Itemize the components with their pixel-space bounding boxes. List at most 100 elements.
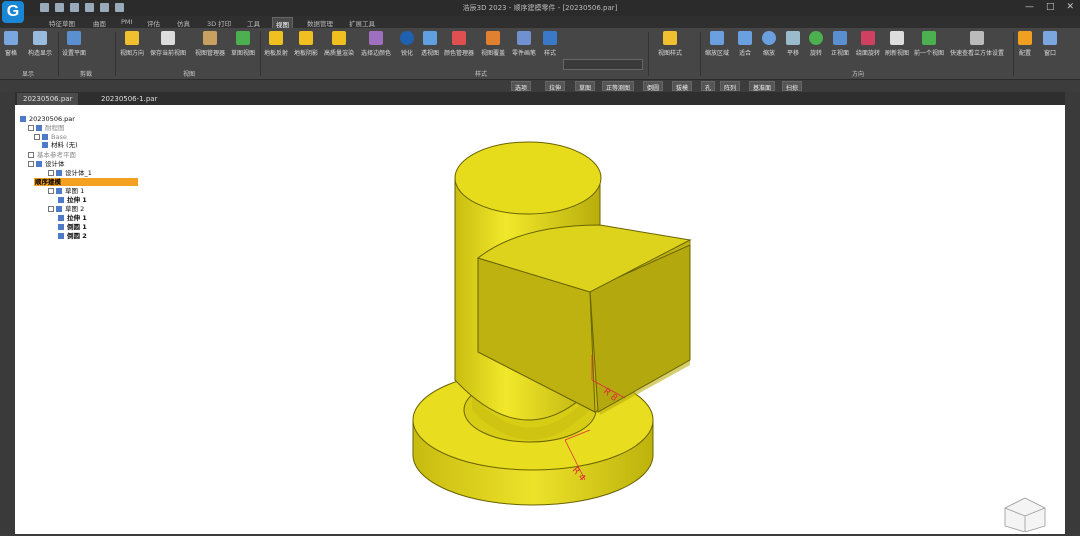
round-icon — [58, 233, 64, 239]
checkbox-icon[interactable] — [28, 125, 34, 131]
group-view: 视图 — [183, 71, 196, 78]
tab-simulation[interactable]: 仿真 — [174, 17, 193, 28]
node-icon — [42, 134, 48, 140]
checkbox-icon[interactable] — [48, 206, 54, 212]
body-icon — [36, 161, 42, 167]
model-canvas[interactable]: R 8 R 4 — [15, 105, 1065, 534]
tree-item-0[interactable]: 耐程图 — [28, 124, 66, 132]
doc-tab-20230506[interactable]: 20230506.par — [17, 93, 79, 105]
zoom-button[interactable]: 缩放 — [762, 31, 776, 57]
close-icon[interactable]: ✕ — [1066, 2, 1074, 12]
tab-3d-print[interactable]: 3D 打印 — [204, 17, 234, 28]
perspective-button[interactable]: 透视图 — [421, 31, 439, 57]
sharpen-button[interactable]: 锐化 — [400, 31, 414, 57]
checkbox-icon[interactable] — [34, 134, 40, 140]
doc-tab-20230506-1[interactable]: 20230506-1.par — [95, 93, 163, 105]
material-icon — [42, 142, 48, 148]
zoom-area-icon — [710, 31, 724, 45]
view-cube-icon[interactable] — [1003, 496, 1047, 532]
tree-item-11[interactable]: 倒圆 1 — [58, 223, 88, 231]
edge-color-icon — [369, 31, 383, 45]
tree-item-8[interactable]: 拉伸 1 — [58, 196, 88, 204]
fit-button[interactable]: 适合 — [738, 31, 752, 57]
cmd-extrude[interactable]: 拉伸 — [545, 81, 566, 92]
normal-view-button[interactable]: 正视面 — [831, 31, 849, 57]
color-manager-button[interactable]: 颜色管理器 — [444, 31, 474, 57]
cmd-round[interactable]: 倒圆 — [643, 81, 664, 92]
zoom-area-button[interactable]: 缩放区域 — [705, 31, 729, 57]
plane-icon — [67, 31, 81, 45]
cube-settings-button[interactable]: 快速查看立方体设置 — [950, 31, 1004, 57]
perspective-icon — [423, 31, 437, 45]
view-overlay-button[interactable]: 视图覆盖 — [481, 31, 505, 57]
pan-icon — [786, 31, 800, 45]
cmd-iso-view[interactable]: 正等测图 — [602, 81, 635, 92]
hq-render-button[interactable]: 高质量渲染 — [324, 31, 354, 57]
tree-item-9[interactable]: 草图 2 — [48, 205, 85, 213]
tab-feature-sketch[interactable]: 特征草图 — [46, 17, 78, 28]
config-button[interactable]: 配置 — [1018, 31, 1032, 57]
tab-extend-tools[interactable]: 扩展工具 — [346, 17, 378, 28]
part-painter-button[interactable]: 零件画笔 — [512, 31, 536, 57]
save-view-button[interactable]: 保存当前视图 — [150, 31, 186, 57]
style-dropdown[interactable] — [563, 59, 643, 70]
tree-item-1[interactable]: Base — [34, 133, 68, 141]
tree-item-3[interactable]: 基本参考平面 — [28, 151, 77, 159]
body-icon — [56, 170, 62, 176]
tab-tools[interactable]: 工具 — [244, 17, 263, 28]
sketch-view-button[interactable]: 草图视图 — [231, 31, 255, 57]
cmd-pattern[interactable]: 阵列 — [720, 81, 741, 92]
checkbox-icon[interactable] — [48, 170, 54, 176]
pan-button[interactable]: 平移 — [786, 31, 800, 57]
construction-display-button[interactable]: 构造显示 — [28, 31, 52, 57]
cmd-hole[interactable]: 孔 — [701, 81, 716, 92]
cmd-sweep[interactable]: 扫掠 — [782, 81, 803, 92]
tab-pmi[interactable]: PMI — [118, 17, 135, 28]
checkbox-icon[interactable] — [28, 152, 34, 158]
maximize-icon[interactable]: □ — [1046, 2, 1055, 12]
edge-color-button[interactable]: 选择边颜色 — [361, 31, 391, 57]
tree-item-2[interactable]: 材料 (无) — [42, 141, 79, 149]
tree-item-6[interactable]: 顺序建模 — [34, 178, 138, 186]
config-icon — [1018, 31, 1032, 45]
normal-view-icon — [833, 31, 847, 45]
ribbon-tabs: 特征草图 曲面 PMI 评估 仿真 3D 打印 工具 视图 数据管理 扩展工具 — [0, 16, 1080, 29]
floor-reflection-button[interactable]: 地板反射 — [264, 31, 288, 57]
view-manager-button[interactable]: 视图管理器 — [195, 31, 225, 57]
style-button[interactable]: 样式 — [543, 31, 557, 57]
tab-evaluate[interactable]: 评估 — [144, 17, 163, 28]
refresh-view-button[interactable]: 刷新视图 — [885, 31, 909, 57]
checkbox-icon[interactable] — [28, 161, 34, 167]
group-orient: 方向 — [852, 71, 865, 78]
tree-item-12[interactable]: 倒圆 2 — [58, 232, 88, 240]
tab-surface[interactable]: 曲面 — [90, 17, 109, 28]
tab-view[interactable]: 视图 — [272, 17, 293, 29]
rotate-button[interactable]: 旋转 — [809, 31, 823, 57]
window-button[interactable]: 窗口 — [1043, 31, 1057, 57]
cmd-sketch[interactable]: 草图 — [575, 81, 596, 92]
cmd-datum-plane[interactable]: 基准面 — [749, 81, 776, 92]
ribbon: 窗格 构造显示 设置平面 视图方向 保存当前视图 视图管理器 草图视图 地板反射… — [0, 28, 1080, 80]
tree-item-10[interactable]: 拉伸 1 — [58, 214, 88, 222]
minimize-icon[interactable]: — — [1025, 2, 1034, 12]
previous-view-button[interactable]: 前一个视图 — [914, 31, 944, 57]
face-rotate-button[interactable]: 绕面旋转 — [856, 31, 880, 57]
cmd-draft[interactable]: 拔模 — [672, 81, 693, 92]
set-plane-button[interactable]: 设置平面 — [62, 31, 86, 57]
tree-root[interactable]: 20230506.par — [20, 115, 76, 123]
cmd-options[interactable]: 选项 — [511, 81, 532, 92]
checkbox-icon[interactable] — [48, 188, 54, 194]
pane-button[interactable]: 窗格 — [4, 31, 18, 57]
tree-item-4[interactable]: 设计体 — [28, 160, 66, 168]
app-logo-icon[interactable]: G — [2, 1, 24, 23]
part-painter-icon — [517, 31, 531, 45]
part-3d-view: R 8 R 4 — [412, 141, 692, 506]
command-bar: 选项 拉伸 草图 正等测图 倒圆 拔模 孔 阵列 基准面 扫掠 — [0, 80, 1080, 92]
tree-item-5[interactable]: 设计体_1 — [48, 169, 93, 177]
tab-data-management[interactable]: 数据管理 — [304, 17, 336, 28]
save-view-icon — [161, 31, 175, 45]
view-orientation-button[interactable]: 视图方向 — [120, 31, 144, 57]
tree-item-7[interactable]: 草图 1 — [48, 187, 85, 195]
view-style-button[interactable]: 视图样式 — [658, 31, 682, 57]
floor-shadow-button[interactable]: 地板阴影 — [294, 31, 318, 57]
